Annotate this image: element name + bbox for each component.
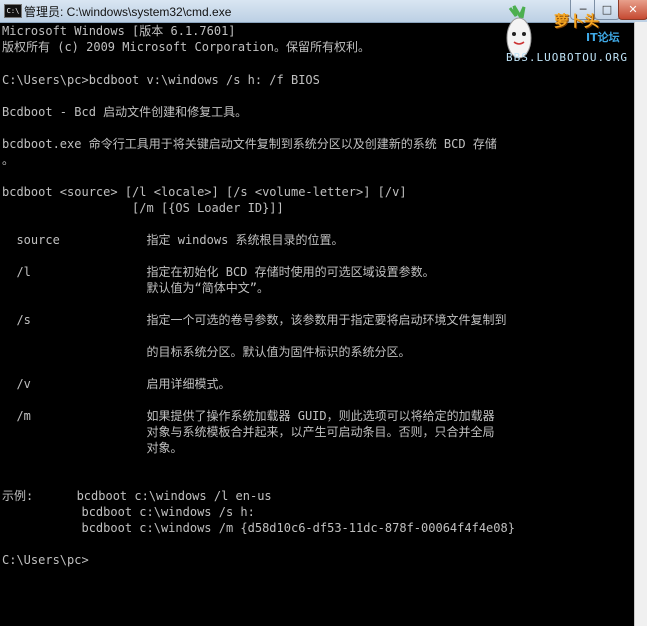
site-watermark: 萝卜头 IT论坛 BBS.LUOBOTOU.ORG — [502, 2, 647, 72]
console-line: bcdboot.exe 命令行工具用于将关键启动文件复制到系统分区以及创建新的系… — [2, 137, 497, 151]
console-line: 版权所有 (c) 2009 Microsoft Corporation。保留所有… — [2, 40, 370, 54]
console-line: /m 如果提供了操作系统加载器 GUID，则此选项可以将给定的加载器 — [2, 409, 495, 423]
console-line: source 指定 windows 系统根目录的位置。 — [2, 233, 344, 247]
watermark-name: 萝卜头 — [554, 12, 600, 30]
console-line: bcdboot c:\windows /s h: — [2, 505, 255, 519]
vertical-scrollbar[interactable] — [634, 22, 647, 626]
console-line: C:\Users\pc>bcdboot v:\windows /s h: /f … — [2, 73, 320, 87]
watermark-subtitle: IT论坛 — [586, 31, 620, 44]
console-line: bcdboot c:\windows /m {d58d10c6-df53-11d… — [2, 521, 515, 535]
window-title: 管理员: C:\windows\system32\cmd.exe — [24, 5, 232, 19]
cmd-icon[interactable]: C:\ — [4, 4, 22, 18]
console-line: [/m [{OS Loader ID}]] — [2, 201, 284, 215]
console-line: /v 启用详细模式。 — [2, 377, 231, 391]
console-line: 示例: bcdboot c:\windows /l en-us — [2, 489, 272, 503]
console-output[interactable]: Microsoft Windows [版本 6.1.7601] 版权所有 (c)… — [0, 22, 634, 626]
console-line: /s 指定一个可选的卷号参数，该参数用于指定要将启动环境文件复制到 — [2, 313, 507, 327]
console-line: 对象与系统模板合并起来，以产生可启动条目。否则，只合并全局 — [2, 425, 495, 439]
watermark-url: BBS.LUOBOTOU.ORG — [506, 51, 628, 64]
console-line: 默认值为“简体中文”。 — [2, 281, 269, 295]
console-line: 对象。 — [2, 441, 183, 455]
console-line: bcdboot <source> [/l <locale>] [/s <volu… — [2, 185, 407, 199]
console-line: Bcdboot - Bcd 启动文件创建和修复工具。 — [2, 105, 248, 119]
console-line: /l 指定在初始化 BCD 存储时使用的可选区域设置参数。 — [2, 265, 435, 279]
console-prompt[interactable]: C:\Users\pc> — [2, 552, 89, 568]
console-line: 的目标系统分区。默认值为固件标识的系统分区。 — [2, 345, 411, 359]
console-line: Microsoft Windows [版本 6.1.7601] — [2, 24, 236, 38]
console-line: 。 — [2, 153, 15, 167]
